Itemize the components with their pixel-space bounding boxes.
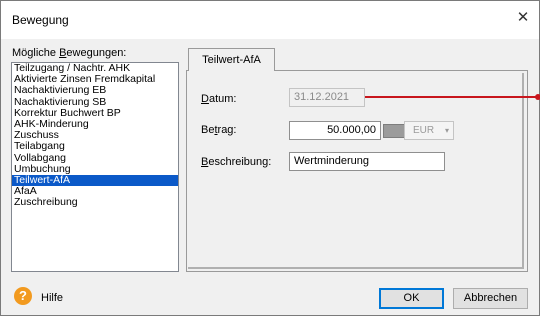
list-item[interactable]: Nachaktivierung EB xyxy=(12,85,178,96)
movements-label: Mögliche Bewegungen: xyxy=(12,47,126,59)
beschreibung-field[interactable]: Wertminderung xyxy=(289,152,445,171)
cancel-button[interactable]: Abbrechen xyxy=(453,288,528,309)
title-bar: Bewegung ✕ xyxy=(1,1,539,39)
window-title: Bewegung xyxy=(12,13,69,27)
annotation-dot xyxy=(535,94,540,100)
datum-label: Datum: xyxy=(201,93,236,105)
question-icon[interactable]: ? xyxy=(14,287,32,305)
datum-field: 31.12.2021 xyxy=(289,88,365,107)
betrag-label-b: rag: xyxy=(217,124,237,136)
movements-label-rest: ewegungen: xyxy=(66,47,127,59)
ok-button[interactable]: OK xyxy=(379,288,444,309)
datum-label-rest: atum: xyxy=(208,93,237,105)
beschreibung-label: Beschreibung: xyxy=(201,156,271,168)
tab-label: Teilwert-AfA xyxy=(202,54,261,66)
currency-value: EUR xyxy=(413,125,435,136)
datum-mnemonic: D xyxy=(201,93,209,105)
beschreibung-label-rest: eschreibung: xyxy=(208,156,272,168)
list-item[interactable]: Vollabgang xyxy=(12,152,178,164)
currency-dropdown[interactable]: EUR ▾ xyxy=(404,121,454,140)
currency-color-swatch xyxy=(383,124,405,138)
list-item[interactable]: Zuschreibung xyxy=(12,197,178,208)
tab-teilwert-afa[interactable]: Teilwert-AfA xyxy=(188,48,275,71)
list-item[interactable]: Teilabgang xyxy=(12,141,178,152)
betrag-label-a: Be xyxy=(201,124,215,136)
close-icon[interactable]: ✕ xyxy=(515,10,531,26)
betrag-field[interactable]: 50.000,00 xyxy=(289,121,381,140)
annotation-line xyxy=(365,96,540,98)
list-item[interactable]: Teilwert-AfA xyxy=(12,174,178,187)
chevron-down-icon: ▾ xyxy=(444,126,449,135)
movements-listbox[interactable]: Teilzugang / Nachtr. AHK Aktivierte Zinse… xyxy=(11,62,179,272)
help-label[interactable]: Hilfe xyxy=(41,292,63,304)
betrag-label: Betrag: xyxy=(201,124,237,136)
movements-label-prefix: Mögliche xyxy=(12,47,60,59)
